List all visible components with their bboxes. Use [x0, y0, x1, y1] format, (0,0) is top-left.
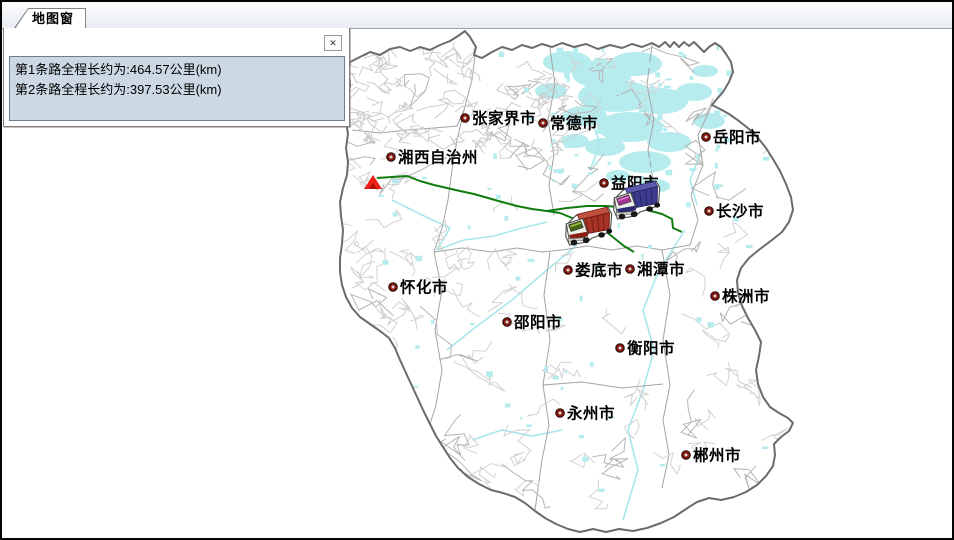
route-distance-line-2: 第2条路全程长约为:397.53公里(km) — [15, 80, 339, 100]
tab-strip: 地图窗口 — [2, 2, 952, 29]
city-张家界市: 张家界市 — [461, 109, 536, 128]
route-distance-line-1: 第1条路全程长约为:464.57公里(km) — [15, 60, 339, 80]
city-marker-icon[interactable] — [389, 283, 397, 291]
city-marker-icon[interactable] — [556, 409, 564, 417]
city-marker-icon[interactable] — [702, 133, 710, 141]
city-label: 长沙市 — [716, 202, 764, 221]
city-marker-icon[interactable] — [387, 153, 395, 161]
city-label: 衡阳市 — [627, 339, 675, 358]
city-label: 株洲市 — [722, 287, 770, 306]
city-marker-icon[interactable] — [616, 344, 624, 352]
city-marker-icon[interactable] — [711, 292, 719, 300]
city-marker-icon[interactable] — [503, 318, 511, 326]
city-label: 娄底市 — [575, 261, 623, 280]
city-label: 永州市 — [566, 404, 615, 423]
map-area[interactable]: 张家界市常德市岳阳市湘西自治州益阳市长沙市娄底市湘潭市株洲市怀化市邵阳市衡阳市永… — [2, 28, 952, 538]
city-label: 湘潭市 — [637, 260, 685, 279]
city-湘西自治州: 湘西自治州 — [387, 148, 478, 167]
map-window: 地图窗口 — [0, 0, 954, 540]
city-marker-icon[interactable] — [539, 119, 547, 127]
city-label: 张家界市 — [472, 109, 536, 128]
city-label: 岳阳市 — [713, 128, 761, 147]
city-label: 湘西自治州 — [398, 148, 478, 167]
city-marker-icon[interactable] — [461, 114, 469, 122]
city-label: 邵阳市 — [513, 313, 562, 332]
tab-map-window[interactable]: 地图窗口 — [14, 8, 86, 28]
route-info-box: 第1条路全程长约为:464.57公里(km) 第2条路全程长约为:397.53公… — [9, 56, 345, 121]
panel-close-button[interactable]: ✕ — [324, 35, 342, 51]
close-icon: ✕ — [329, 38, 337, 48]
city-marker-icon[interactable] — [626, 265, 634, 273]
city-marker-icon[interactable] — [705, 207, 713, 215]
city-label: 郴州市 — [693, 446, 741, 465]
city-label: 怀化市 — [400, 278, 448, 297]
city-marker-icon[interactable] — [600, 179, 608, 187]
city-label: 常德市 — [550, 114, 598, 133]
route-info-panel: ✕ 第1条路全程长约为:464.57公里(km) 第2条路全程长约为:397.5… — [3, 28, 350, 127]
city-marker-icon[interactable] — [682, 451, 690, 459]
city-marker-icon[interactable] — [564, 266, 572, 274]
